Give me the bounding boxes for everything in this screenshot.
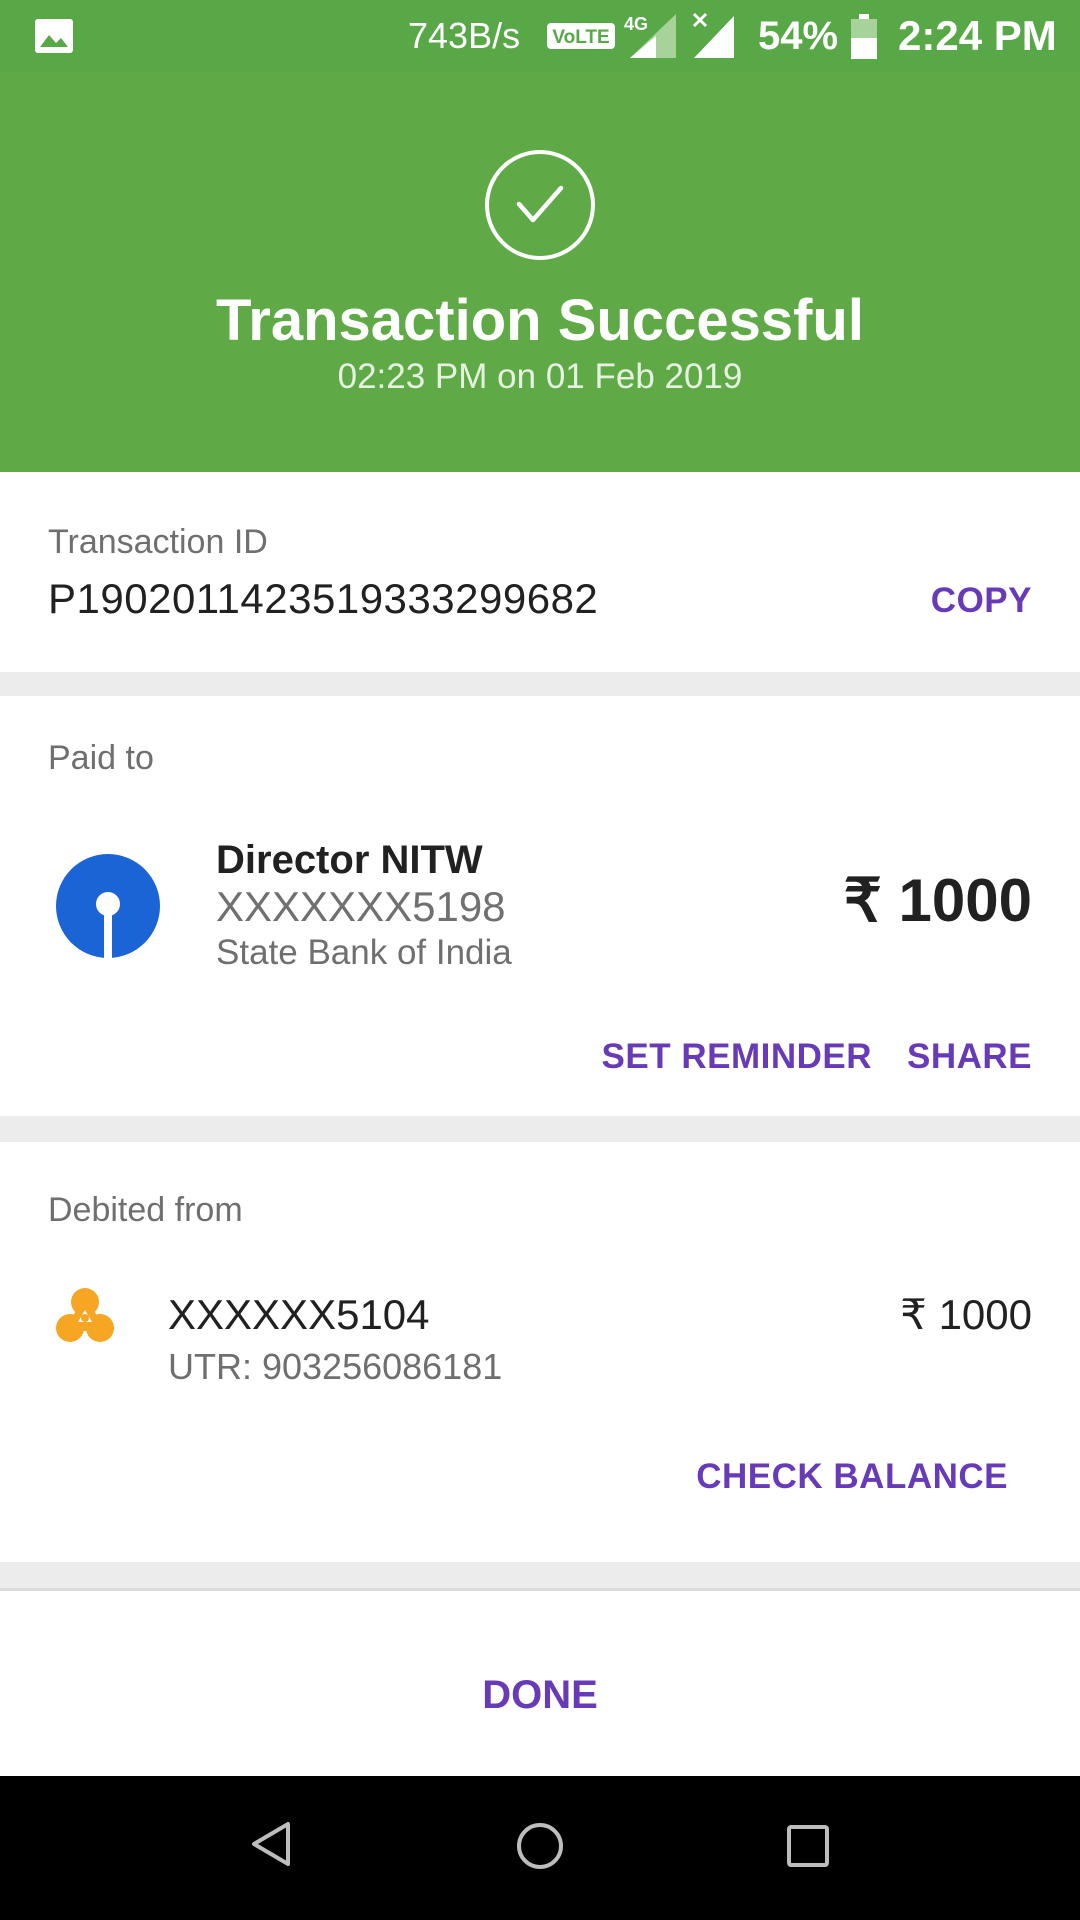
navigation-bar — [0, 1776, 1080, 1920]
clock: 2:24 PM — [898, 12, 1057, 59]
page-title: Transaction Successful — [216, 288, 864, 353]
payee-name: Director NITW — [216, 838, 483, 882]
payee-account: XXXXXXX5198 — [216, 883, 506, 930]
volte-icon: VoLTE — [547, 23, 615, 49]
copy-button[interactable]: COPY — [931, 580, 1032, 622]
paid-amount: ₹ 1000 — [843, 867, 1032, 934]
transaction-timestamp: 02:23 PM on 01 Feb 2019 — [337, 357, 743, 396]
signal-icon: 4G — [624, 14, 676, 58]
set-reminder-button[interactable]: SET REMINDER — [602, 1036, 872, 1078]
home-icon[interactable] — [514, 1820, 566, 1872]
utr-number: UTR: 903256086181 — [168, 1346, 503, 1387]
checkmark-icon — [485, 150, 595, 260]
transaction-id-label: Transaction ID — [48, 523, 268, 561]
payee-bank: State Bank of India — [216, 933, 512, 972]
back-icon[interactable] — [248, 1820, 292, 1868]
paid-to-card: Paid to Director NITW XXXXXXX5198 State … — [0, 696, 1080, 1116]
debit-amount: ₹ 1000 — [900, 1291, 1032, 1338]
debited-from-card: Debited from XXXXXX5104 UTR: 90325608618… — [0, 1142, 1080, 1562]
done-button[interactable]: DONE — [0, 1671, 1080, 1719]
debit-account: XXXXXX5104 — [168, 1291, 430, 1338]
check-balance-button[interactable]: CHECK BALANCE — [696, 1456, 1008, 1498]
sbi-logo — [56, 854, 160, 958]
battery-icon — [851, 14, 877, 59]
svg-text:VoLTE: VoLTE — [552, 27, 609, 48]
no-signal-icon — [692, 12, 734, 58]
recents-icon[interactable] — [786, 1824, 830, 1868]
paid-to-label: Paid to — [48, 739, 154, 777]
svg-text:4G: 4G — [624, 14, 648, 34]
bank-logo — [56, 1288, 114, 1342]
network-speed: 743B/s — [408, 15, 521, 56]
status-bar: 743B/s VoLTE 4G 54% 2:24 PM — [0, 0, 1080, 72]
debited-from-label: Debited from — [48, 1191, 243, 1229]
transaction-id-value: P1902011423519333299682 — [48, 575, 599, 622]
battery-percent: 54% — [758, 14, 839, 58]
transaction-id-card: Transaction ID P1902011423519333299682 C… — [0, 472, 1080, 672]
gallery-icon — [35, 19, 73, 53]
share-button[interactable]: SHARE — [907, 1036, 1032, 1078]
success-header: Transaction Successful 02:23 PM on 01 Fe… — [0, 72, 1080, 472]
done-bar: DONE — [0, 1588, 1080, 1776]
